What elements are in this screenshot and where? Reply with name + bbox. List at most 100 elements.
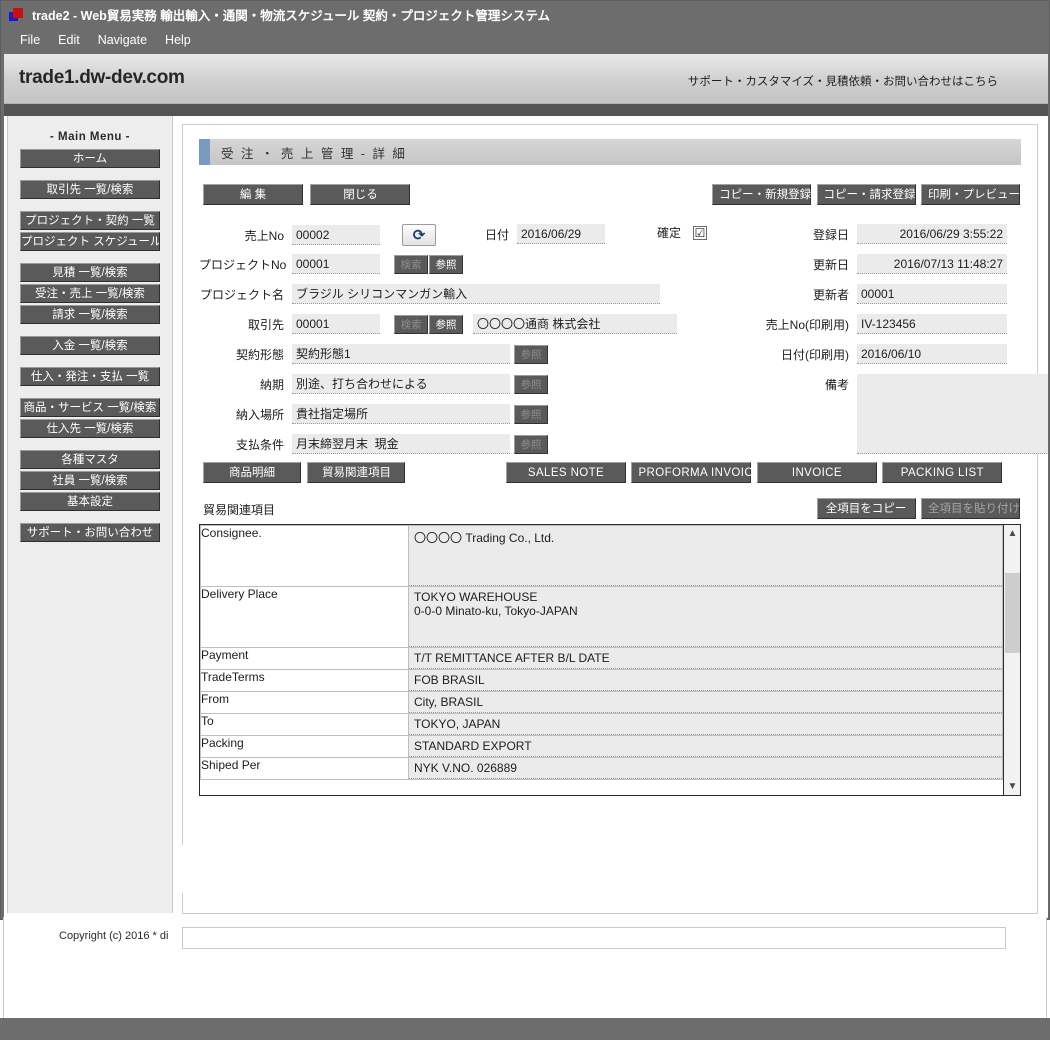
support-link[interactable]: サポート・カスタマイズ・見積依頼・お問い合わせはこちら: [688, 73, 998, 89]
delivery-place-input[interactable]: [292, 404, 510, 424]
copy-invoice-register-button[interactable]: コピー・請求登録: [817, 184, 916, 205]
sidebar-item-purchase-order-payment[interactable]: 仕入・発注・支払 一覧: [20, 367, 160, 386]
field-remarks: 備考: [807, 374, 1048, 454]
sidebar-item-quotes[interactable]: 見積 一覧/検索: [20, 263, 160, 282]
chevron-down-icon[interactable]: ▼: [1004, 778, 1021, 795]
sidebar-item-orders-sales[interactable]: 受注・売上 一覧/検索: [20, 284, 160, 303]
row-label: Payment: [201, 648, 409, 670]
tab-packing-list[interactable]: PACKING LIST: [882, 462, 1002, 483]
tab-product-detail[interactable]: 商品明細: [203, 462, 301, 483]
row-value-input[interactable]: [409, 758, 1002, 779]
project-name-input[interactable]: [292, 284, 660, 304]
print-sales-no-input[interactable]: [857, 314, 1007, 334]
sidebar-item-invoices[interactable]: 請求 一覧/検索: [20, 305, 160, 324]
sidebar-group-home: ホーム: [8, 149, 172, 168]
delivery-date-label: 納期: [199, 376, 284, 393]
copy-all-items-button[interactable]: 全項目をコピー: [817, 498, 916, 519]
sidebar-item-receipts[interactable]: 入金 一覧/検索: [20, 336, 160, 355]
date-input[interactable]: [517, 224, 605, 244]
field-updater: 更新者: [769, 284, 1007, 304]
panel-title-bar: 受 注 ・ 売 上 管 理 - 詳 細: [199, 139, 1021, 165]
sidebar-title: - Main Menu -: [8, 116, 172, 149]
sidebar-group-masters: 各種マスタ 社員 一覧/検索 基本設定: [8, 450, 172, 511]
delivery-date-input[interactable]: [292, 374, 510, 394]
field-project-name: プロジェクト名: [199, 284, 660, 304]
row-value-cell: [409, 714, 1003, 736]
sidebar-group-customers: 取引先 一覧/検索: [8, 180, 172, 199]
sidebar-group-sales: 見積 一覧/検索 受注・売上 一覧/検索 請求 一覧/検索: [8, 263, 172, 324]
copy-new-register-button[interactable]: コピー・新規登録: [712, 184, 811, 205]
sidebar-item-project-contracts[interactable]: プロジェクト・契約 一覧: [20, 211, 160, 230]
refresh-icon[interactable]: ⟳: [402, 224, 436, 246]
row-value-input[interactable]: [409, 587, 1002, 647]
row-label: TradeTerms: [201, 670, 409, 692]
confirmed-checkbox[interactable]: ☑: [693, 226, 707, 240]
sidebar-item-masters[interactable]: 各種マスタ: [20, 450, 160, 469]
field-confirmed: 確定 ☑: [645, 224, 707, 241]
page-title: 受 注 ・ 売 上 管 理 - 詳 細: [210, 143, 407, 162]
sidebar-item-suppliers[interactable]: 仕入先 一覧/検索: [20, 419, 160, 438]
row-value-cell: [409, 587, 1003, 648]
site-logo: trade1.dw-dev.com: [19, 67, 185, 89]
print-sales-no-label: 売上No(印刷用): [712, 316, 849, 333]
row-value-input[interactable]: [409, 692, 1002, 713]
sidebar-item-project-schedule[interactable]: プロジェクト スケジュール: [20, 232, 160, 251]
menu-help[interactable]: Help: [156, 31, 200, 49]
row-value-input[interactable]: [409, 670, 1002, 691]
grid-vertical-scrollbar[interactable]: ▲ ▼: [1003, 525, 1020, 795]
trade-items-grid: Consignee. Delivery Place: [199, 524, 1021, 796]
sidebar-item-settings[interactable]: 基本設定: [20, 492, 160, 511]
row-value-input[interactable]: [409, 736, 1002, 757]
table-row: Packing: [201, 736, 1003, 758]
close-button[interactable]: 閉じる: [310, 184, 410, 205]
sidebar-item-employees[interactable]: 社員 一覧/検索: [20, 471, 160, 490]
customer-reference-button[interactable]: 参照: [429, 315, 463, 334]
menu-navigate[interactable]: Navigate: [89, 31, 156, 49]
print-date-input[interactable]: [857, 344, 1007, 364]
sidebar-item-home[interactable]: ホーム: [20, 149, 160, 168]
project-no-label: プロジェクトNo: [199, 256, 284, 273]
field-delivery-date: 納期 参照: [199, 374, 548, 394]
table-row: TradeTerms: [201, 670, 1003, 692]
edit-button[interactable]: 編 集: [203, 184, 303, 205]
field-registered-date: 登録日: [769, 224, 1007, 244]
payment-terms-input[interactable]: [292, 434, 510, 454]
sidebar-item-support[interactable]: サポート・お問い合わせ: [20, 523, 160, 542]
project-reference-button[interactable]: 参照: [429, 255, 463, 274]
row-value-input[interactable]: [409, 714, 1002, 735]
registered-date-label: 登録日: [769, 226, 849, 243]
menu-file[interactable]: File: [11, 31, 49, 49]
print-preview-button[interactable]: 印刷・プレビュー: [921, 184, 1020, 205]
updater-input: [857, 284, 1007, 304]
sidebar-item-customers[interactable]: 取引先 一覧/検索: [20, 180, 160, 199]
sales-no-input[interactable]: [292, 225, 380, 245]
tab-invoice[interactable]: INVOICE: [757, 462, 877, 483]
action-toolbar-right: コピー・新規登録 コピー・請求登録 印刷・プレビュー: [711, 184, 1020, 205]
remarks-textarea[interactable]: [857, 374, 1048, 454]
field-delivery-place: 納入場所 参照: [199, 404, 548, 424]
row-label: Delivery Place: [201, 587, 409, 648]
field-customer: 取引先 検索 参照: [199, 314, 677, 334]
table-row: Consignee.: [201, 526, 1003, 587]
table-caption: 貿易関連項目: [203, 501, 275, 518]
customer-code-input[interactable]: [292, 314, 380, 334]
menu-edit[interactable]: Edit: [49, 31, 89, 49]
tab-sales-note[interactable]: SALES NOTE: [506, 462, 626, 483]
updater-label: 更新者: [769, 286, 849, 303]
chevron-up-icon[interactable]: ▲: [1004, 525, 1021, 542]
customer-name-input[interactable]: [473, 314, 677, 334]
delivery-date-reference-button: 参照: [514, 375, 548, 394]
sidebar-group-payments: 入金 一覧/検索: [8, 336, 172, 355]
table-toolbar-buttons: 全項目をコピー 全項目を貼り付け: [816, 498, 1020, 519]
field-project-no: プロジェクトNo 検索 参照: [199, 254, 463, 274]
sidebar-item-products-services[interactable]: 商品・サービス 一覧/検索: [20, 398, 160, 417]
row-value-input[interactable]: [409, 648, 1002, 669]
row-value-input[interactable]: [409, 526, 1002, 586]
scrollbar-thumb[interactable]: [1005, 573, 1020, 653]
tab-proforma-invoice[interactable]: PROFORMA INVOICE: [631, 462, 751, 483]
project-no-input[interactable]: [292, 254, 380, 274]
app-squares-icon: [9, 7, 25, 23]
contract-type-input[interactable]: [292, 344, 510, 364]
window-frame: trade2 - Web貿易実務 輸出輸入・通関・物流スケジュール 契約・プロジ…: [0, 0, 1050, 920]
tab-trade-items[interactable]: 貿易関連項目: [307, 462, 405, 483]
